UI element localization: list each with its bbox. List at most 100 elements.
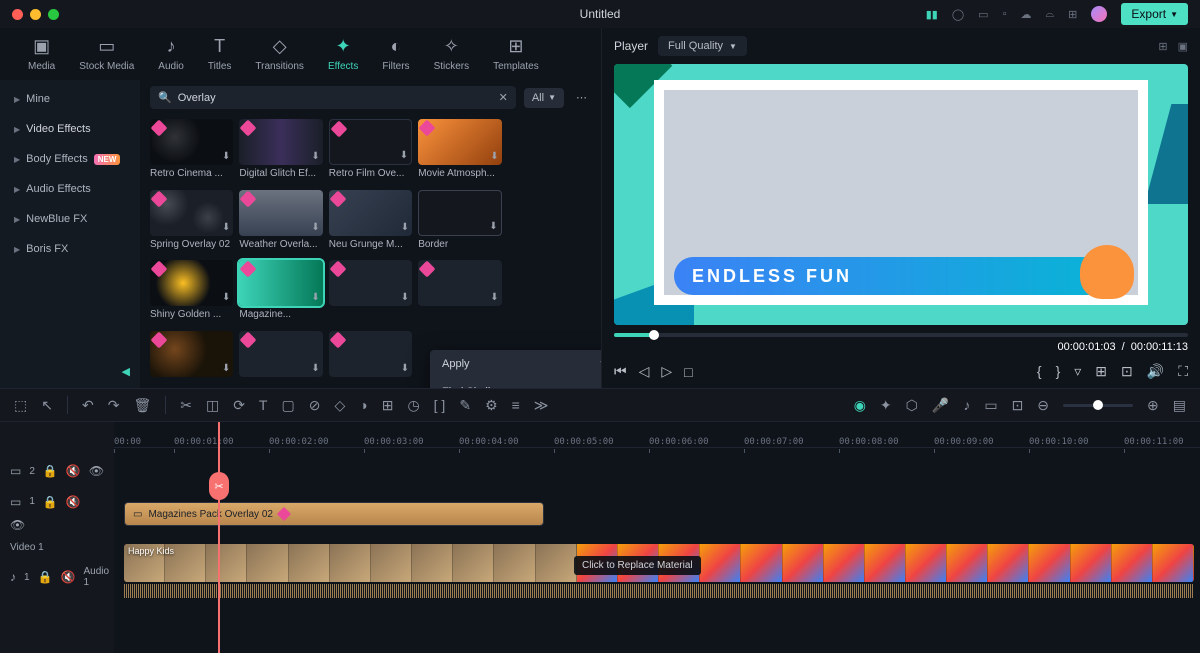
effect-thumb[interactable]: ⬇Shiny Golden ...	[150, 260, 233, 325]
preview-screen[interactable]: ENDLESS FUN	[614, 64, 1188, 325]
filter-dropdown[interactable]: All ▼	[524, 88, 564, 108]
stop-icon[interactable]: □	[684, 364, 692, 380]
lib-tab-templates[interactable]: ⊞Templates	[493, 36, 539, 72]
effect-thumb[interactable]: ⬇Neu Grunge M...	[329, 190, 412, 255]
lib-tab-filters[interactable]: ◐Filters	[382, 36, 409, 72]
text-icon[interactable]: T	[259, 397, 268, 413]
player-tab[interactable]: Player	[614, 39, 648, 53]
media-icon[interactable]: ▭	[984, 397, 997, 414]
download-icon[interactable]: ⬇	[311, 363, 319, 374]
zoom-out-icon[interactable]: ⊖	[1037, 397, 1049, 414]
view-options-icon[interactable]: ▤	[1173, 397, 1186, 414]
color-icon[interactable]: ◑	[359, 397, 367, 413]
link-icon[interactable]: ⊘	[309, 397, 321, 414]
lib-tab-audio[interactable]: ♪Audio	[158, 36, 184, 72]
edit-tool-icon[interactable]: ✎	[459, 397, 471, 414]
effect-thumb[interactable]: ⬇Retro Cinema ...	[150, 119, 233, 184]
play-backward-icon[interactable]: ◁	[639, 363, 650, 380]
effect-thumb[interactable]: ⬇Weather Overla...	[239, 190, 322, 255]
bracket-icon[interactable]: [ ]	[434, 397, 446, 413]
subtitle-icon[interactable]: ⊡	[1012, 397, 1024, 414]
overlay-clip[interactable]: ▭ Magazines Pack Overlay 02	[124, 502, 544, 526]
screen-icon[interactable]: ▭	[978, 8, 988, 21]
lock-icon[interactable]: 🔒	[43, 495, 58, 509]
grid-view-icon[interactable]: ⊞	[1158, 40, 1167, 53]
zoom-handle-icon[interactable]	[1093, 400, 1103, 410]
shield-icon[interactable]: ⬡	[906, 397, 918, 414]
lib-tab-titles[interactable]: TTitles	[208, 36, 232, 72]
effect-thumb[interactable]: ⬇	[239, 331, 322, 385]
ai-icon[interactable]: ◉	[854, 397, 866, 414]
minimize-window-icon[interactable]	[30, 9, 41, 20]
lib-tab-media[interactable]: ▣Media	[28, 36, 55, 72]
music-icon[interactable]: ♪	[963, 397, 970, 413]
sidebar-item-mine[interactable]: ▶Mine	[0, 84, 140, 114]
playhead[interactable]: ✂	[218, 422, 220, 653]
select-tool-icon[interactable]: ⬚	[14, 397, 27, 414]
timeline-track-audio1[interactable]	[114, 600, 1200, 646]
cloud-icon[interactable]: ☁	[1020, 8, 1031, 21]
effect-thumb[interactable]: ⬇Border	[418, 190, 501, 255]
mute-icon[interactable]: 🔇	[66, 495, 81, 509]
effect-thumb[interactable]: ⬇	[329, 331, 412, 385]
sidebar-item-newblue-fx[interactable]: ▶NewBlue FX	[0, 204, 140, 234]
download-icon[interactable]: ⬇	[490, 151, 498, 162]
save-icon[interactable]: ▫	[1003, 8, 1007, 20]
gift-icon[interactable]: ▮▮	[926, 8, 938, 21]
cursor-tool-icon[interactable]: ↖	[41, 397, 53, 414]
headset-icon[interactable]: ⌓	[1045, 8, 1054, 21]
track-header-audio1[interactable]: ♪ 1 🔒 🔇 Audio 1	[0, 554, 114, 600]
download-icon[interactable]: ⬇	[311, 292, 319, 303]
track-header-video1[interactable]: ▭ 1 🔒 🔇 👁 Video 1	[0, 494, 114, 554]
keyframe-icon[interactable]: ◇	[334, 397, 345, 414]
settings-icon[interactable]: ⚙	[485, 397, 498, 414]
quality-dropdown[interactable]: Full Quality ▼	[658, 36, 747, 56]
zoom-in-icon[interactable]: ⊕	[1147, 397, 1159, 414]
mask-icon[interactable]: ▢	[281, 397, 294, 414]
effect-thumb[interactable]: ⬇Movie Atmosph...	[418, 119, 501, 184]
download-icon[interactable]: ⬇	[222, 222, 230, 233]
search-input[interactable]	[178, 92, 493, 104]
lock-icon[interactable]: 🔒	[38, 570, 53, 584]
image-view-icon[interactable]: ▣	[1178, 40, 1188, 53]
timeline-track-video1[interactable]: Happy Kids Click to Replace Material	[114, 540, 1200, 600]
speed-icon[interactable]: ⟳	[233, 397, 245, 414]
more-tools-icon[interactable]: ≫	[534, 397, 549, 414]
mute-icon[interactable]: 🔇	[66, 464, 81, 478]
sidebar-item-body-effects[interactable]: ▶Body EffectsNEW	[0, 144, 140, 174]
volume-icon[interactable]: 🔊	[1147, 363, 1164, 380]
user-avatar[interactable]	[1091, 6, 1107, 22]
lib-tab-effects[interactable]: ✦Effects	[328, 36, 358, 72]
lock-icon[interactable]: 🔒	[43, 464, 58, 478]
cut-icon[interactable]: ✂	[180, 397, 192, 414]
scissors-icon[interactable]: ✂	[209, 472, 229, 500]
crop-icon[interactable]: ◫	[206, 397, 219, 414]
record-icon[interactable]: ◯	[952, 8, 964, 21]
visibility-icon[interactable]: 👁	[89, 464, 104, 478]
download-icon[interactable]: ⬇	[400, 150, 408, 161]
undo-icon[interactable]: ↶	[82, 397, 94, 414]
download-icon[interactable]: ⬇	[222, 151, 230, 162]
apps-icon[interactable]: ⊞	[1068, 8, 1077, 21]
sidebar-item-boris-fx[interactable]: ▶Boris FX	[0, 234, 140, 264]
preview-progress-bar[interactable]	[614, 333, 1188, 337]
lib-tab-stickers[interactable]: ✧Stickers	[434, 36, 470, 72]
lib-tab-stock-media[interactable]: ▭Stock Media	[79, 36, 134, 72]
ctx-apply[interactable]: Apply ⌥A	[430, 350, 601, 378]
prev-frame-icon[interactable]: ⏮	[614, 363, 627, 380]
effect-thumb[interactable]: ⬇	[418, 260, 501, 325]
download-icon[interactable]: ⬇	[489, 221, 497, 232]
ctx-find-similar[interactable]: Find Similar	[430, 378, 601, 388]
download-icon[interactable]: ⬇	[401, 222, 409, 233]
fullscreen-icon[interactable]: ⛶	[1178, 363, 1188, 380]
lib-tab-transitions[interactable]: ◇Transitions	[255, 36, 304, 72]
adjust-icon[interactable]: ⊞	[382, 397, 394, 414]
marker-icon[interactable]: ▿	[1074, 363, 1081, 380]
maximize-window-icon[interactable]	[48, 9, 59, 20]
play-icon[interactable]: ▷	[661, 363, 672, 380]
brace-close-icon[interactable]: }	[1056, 363, 1061, 380]
download-icon[interactable]: ⬇	[401, 292, 409, 303]
redo-icon[interactable]: ↷	[108, 397, 120, 414]
download-icon[interactable]: ⬇	[311, 151, 319, 162]
grid-overlay-icon[interactable]: ⊞	[1095, 363, 1107, 380]
